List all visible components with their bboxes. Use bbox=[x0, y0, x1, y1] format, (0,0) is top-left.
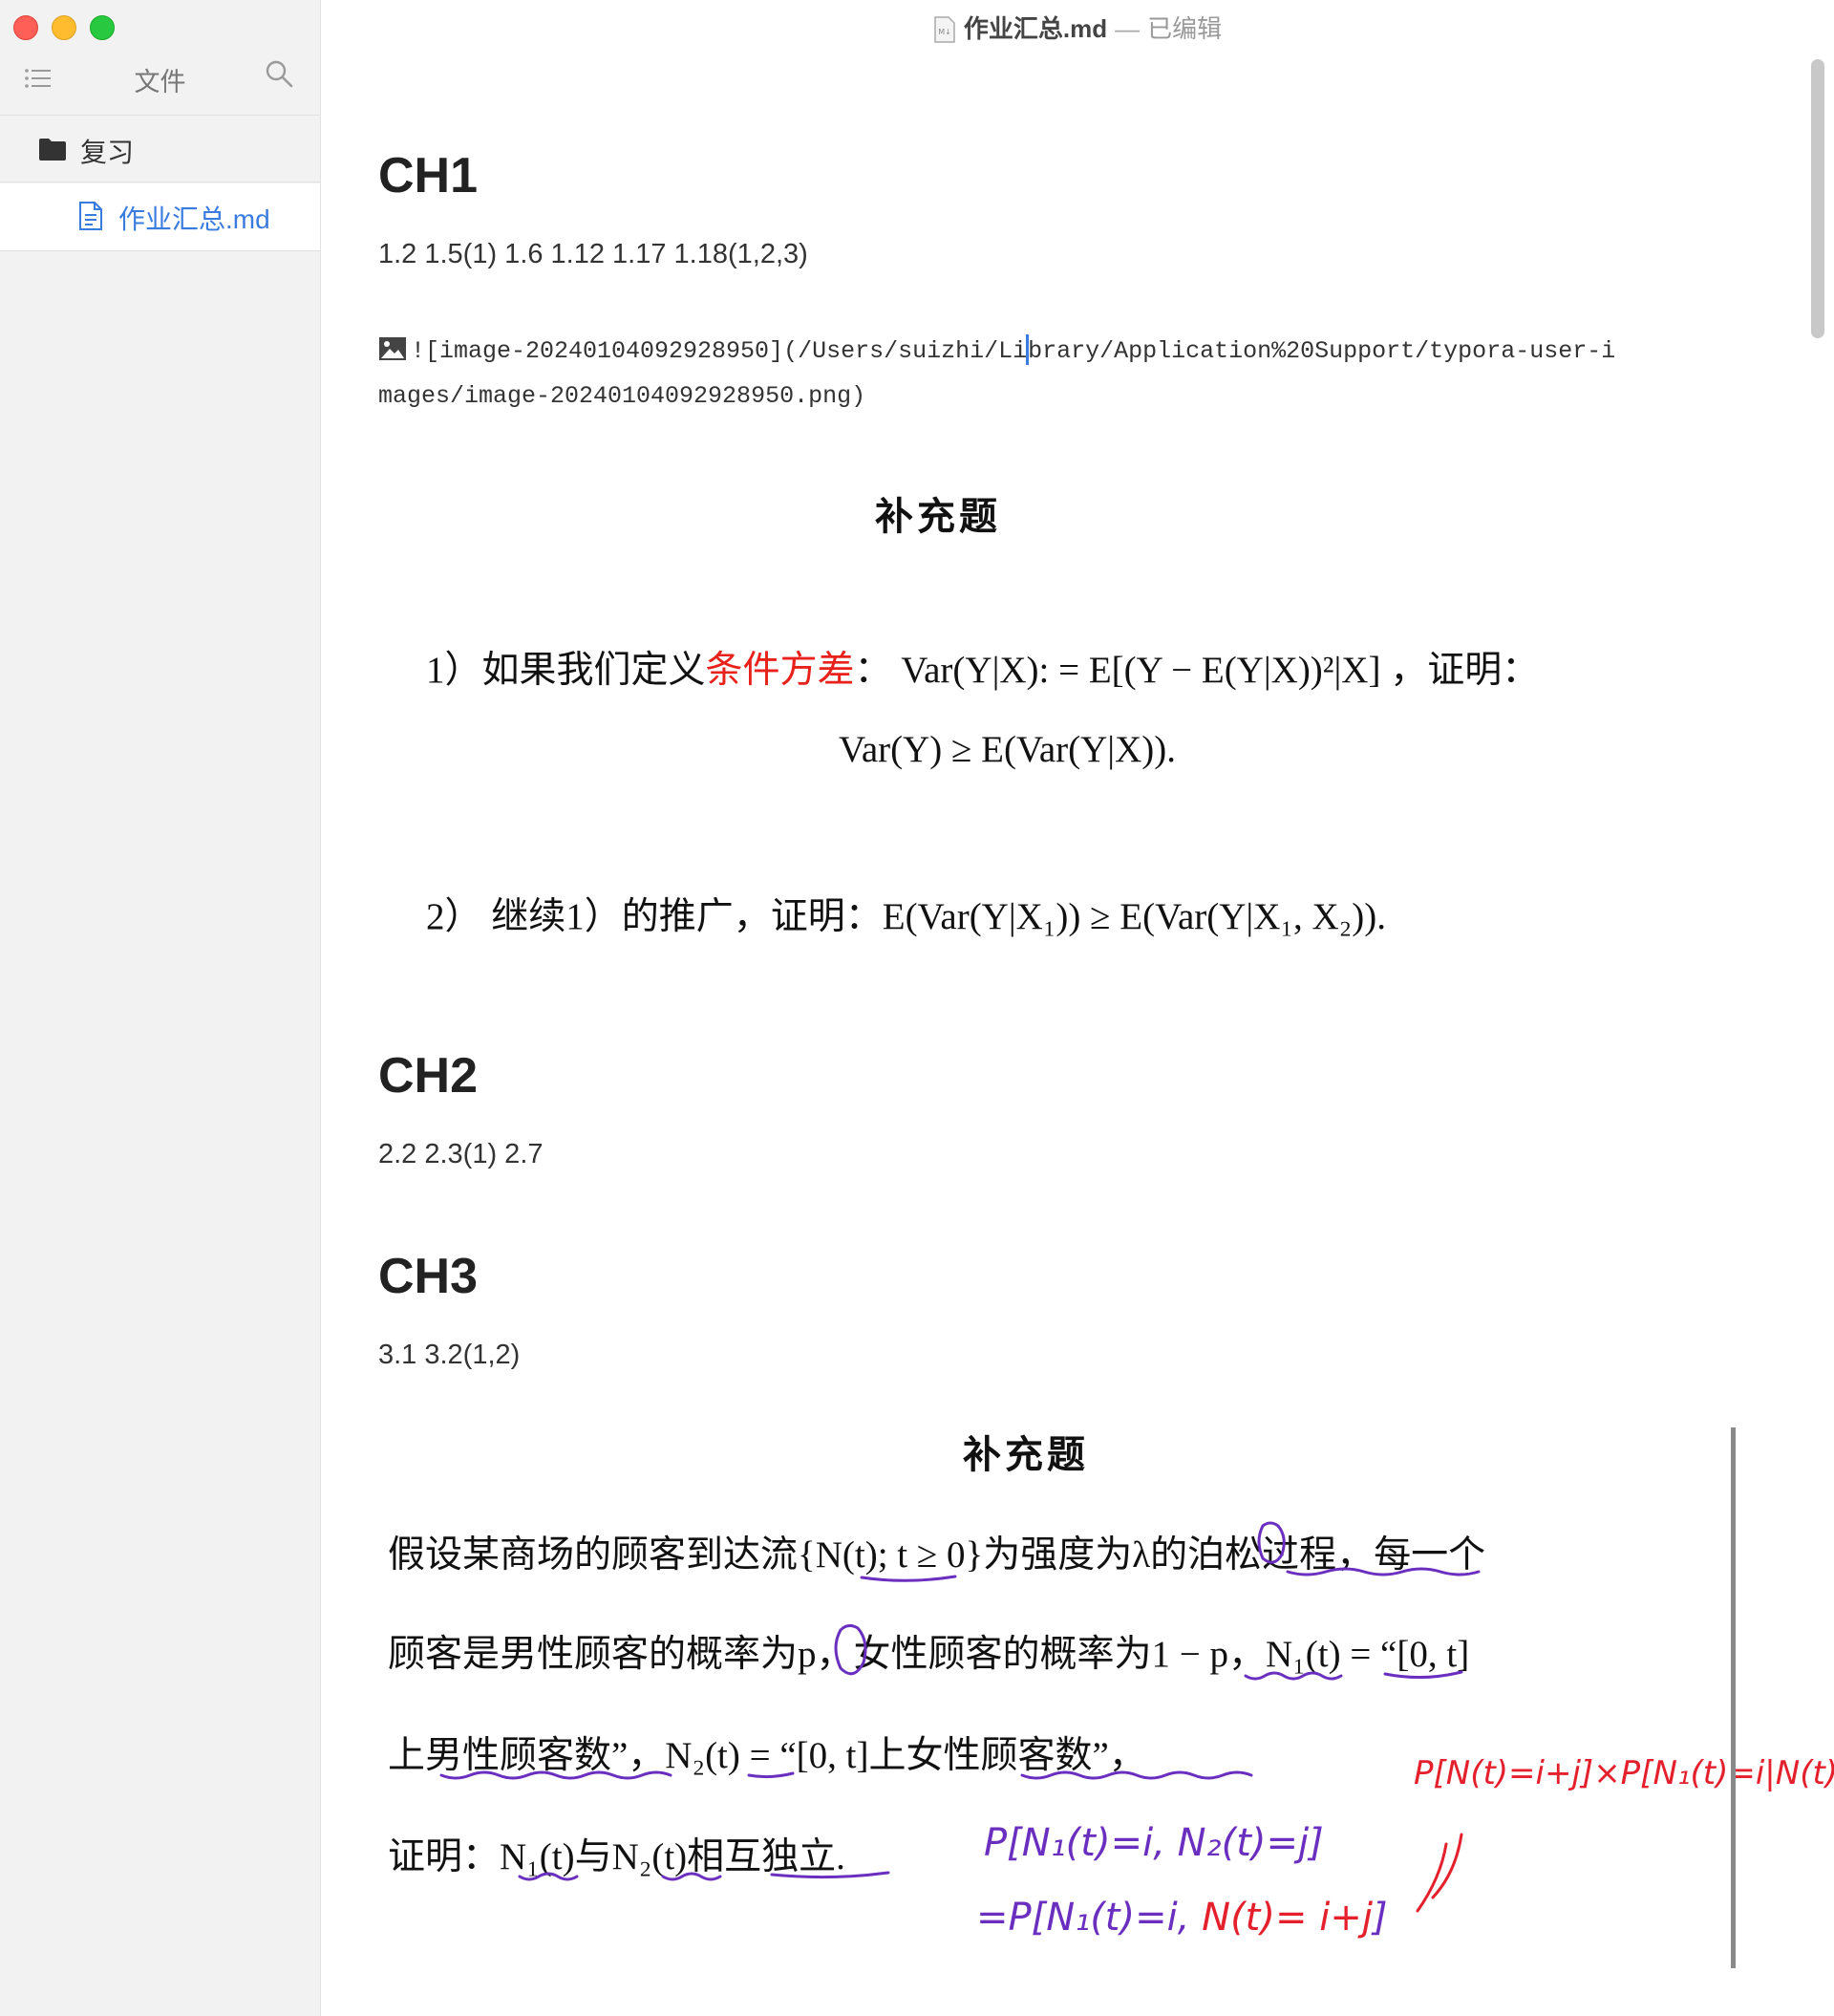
underline-stroke bbox=[860, 1575, 957, 1582]
arrow-stroke bbox=[1416, 1842, 1448, 1913]
underline-stroke bbox=[661, 1872, 722, 1881]
underline-stroke bbox=[1244, 1671, 1343, 1681]
underline-stroke bbox=[1383, 1670, 1463, 1680]
underline-stroke bbox=[1020, 1770, 1253, 1780]
handwritten-strokes bbox=[439, 1521, 1481, 1913]
circle-stroke bbox=[1257, 1521, 1286, 1564]
underline-stroke bbox=[518, 1872, 579, 1881]
underline-stroke bbox=[1286, 1567, 1481, 1576]
image-edge bbox=[1731, 1427, 1736, 1968]
circle-stroke bbox=[834, 1623, 867, 1676]
underline-stroke bbox=[439, 1770, 672, 1780]
underline-stroke bbox=[747, 1771, 795, 1779]
underline-stroke bbox=[770, 1871, 890, 1879]
